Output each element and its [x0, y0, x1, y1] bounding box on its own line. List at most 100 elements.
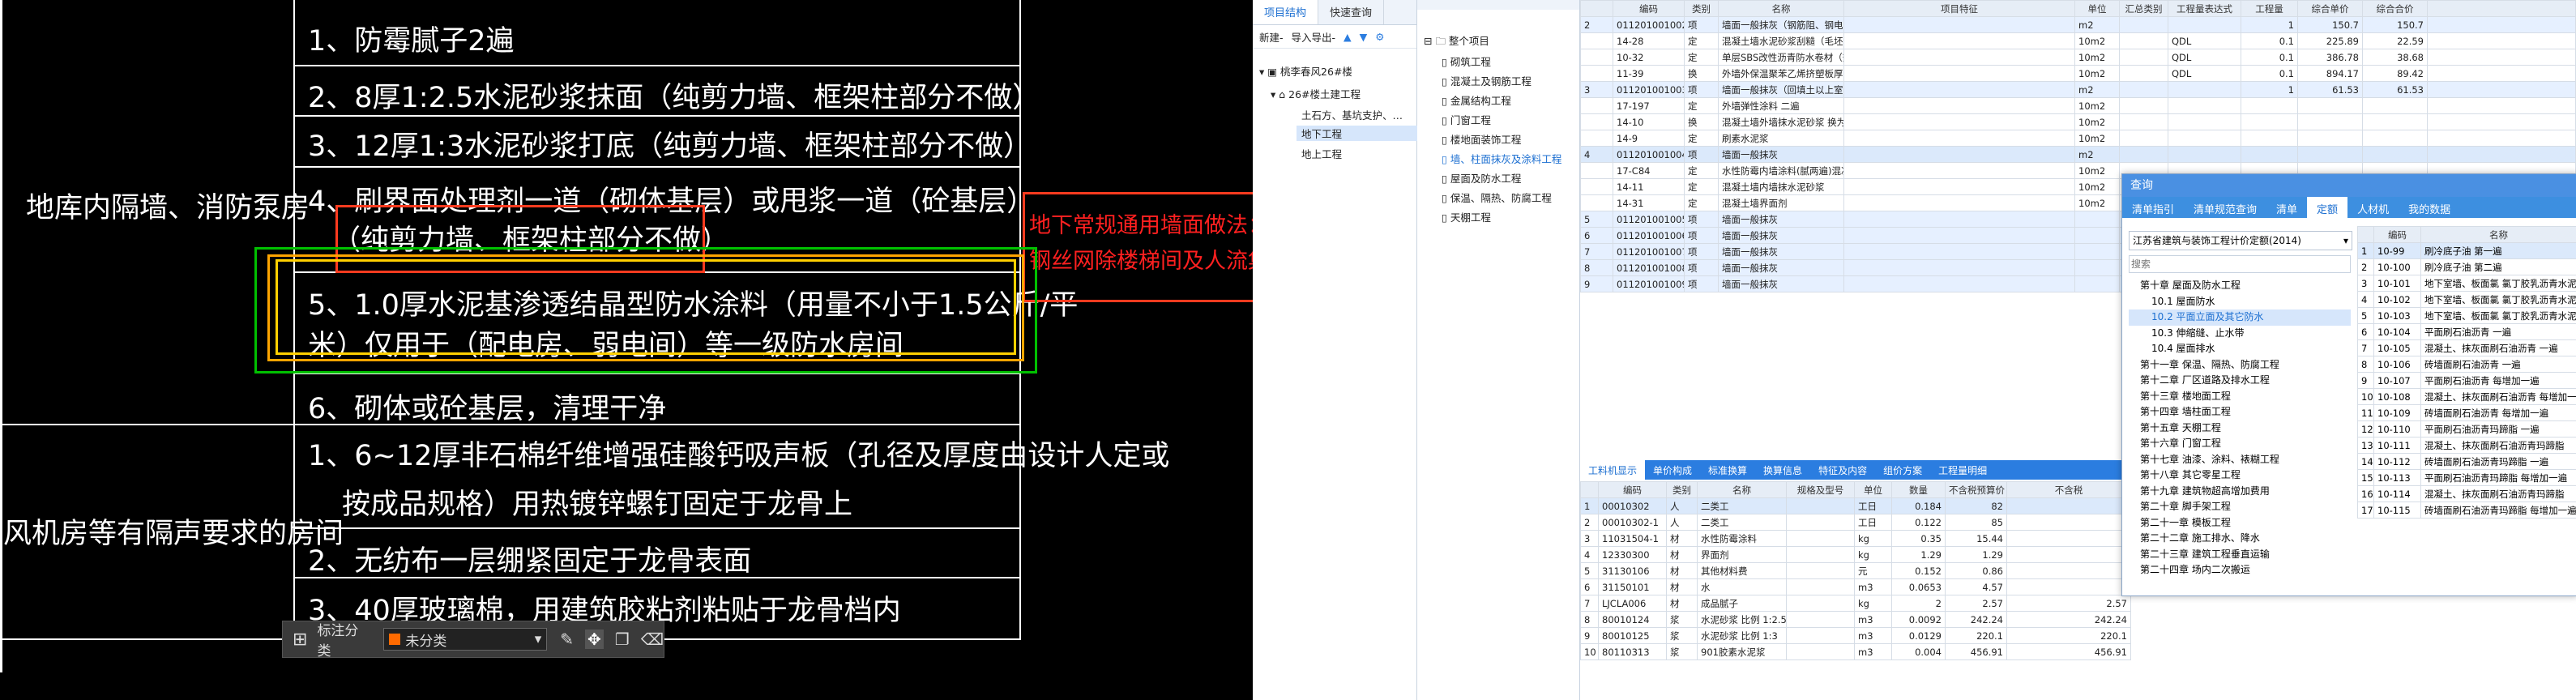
cell-p2[interactable] — [2006, 546, 2131, 563]
cell-spec[interactable] — [1786, 497, 1855, 514]
cell-name[interactable]: 混凝土、抹灰面刷石油沥青玛蹄脂 — [2420, 485, 2576, 502]
cell-code[interactable]: 31150101 — [1598, 578, 1667, 595]
cell-code[interactable]: 10-32 — [1613, 49, 1685, 66]
cell-qty[interactable]: 0.1 — [2241, 65, 2298, 82]
table-row[interactable]: 4 12330300 材界面剂 kg 1.29 1.29 — [1580, 546, 2131, 563]
cell-spec[interactable] — [1786, 530, 1855, 547]
cell-empty[interactable] — [1843, 130, 2075, 147]
section-root[interactable]: ⊟ 🗀 整个项目 — [1424, 32, 1489, 51]
cell-price[interactable]: 220.1 — [1945, 627, 2007, 644]
cell-no[interactable] — [1580, 32, 1613, 49]
cell-no[interactable]: 10 — [2357, 388, 2374, 405]
cell-spec[interactable] — [1786, 595, 1855, 612]
cell-code[interactable]: 011201001004 — [1613, 146, 1685, 163]
cell-type[interactable]: 材 — [1666, 546, 1698, 563]
cell-type[interactable]: 项 — [1684, 16, 1719, 33]
cell-unit[interactable]: 工日 — [1854, 497, 1892, 514]
cell-code[interactable]: 10-108 — [2373, 388, 2421, 405]
cell-type[interactable]: 项 — [1684, 275, 1719, 292]
cell-type[interactable]: 材 — [1666, 578, 1698, 595]
cell-code[interactable]: 12330300 — [1598, 546, 1667, 563]
cell-code[interactable]: 10-112 — [2373, 453, 2421, 470]
column-header[interactable]: 编码 — [2373, 226, 2421, 243]
cell-unit[interactable]: m3 — [1854, 611, 1892, 628]
dialog-tree-item[interactable]: 第二十一章 模板工程 — [2129, 515, 2351, 531]
cell-code[interactable]: 14-11 — [1613, 178, 1685, 195]
cell-qty[interactable]: 0.35 — [1891, 530, 1946, 547]
cell-type[interactable]: 换 — [1684, 65, 1719, 82]
table-row[interactable]: 16 10-114 混凝土、抹灰面刷石油沥青玛蹄脂 — [2357, 485, 2576, 502]
cell-price[interactable]: 894.17 — [2297, 65, 2363, 82]
cell-no[interactable]: 7 — [2357, 339, 2374, 356]
cell-name[interactable]: 刷素水泥浆 — [1718, 130, 1844, 147]
cell-expr[interactable] — [2168, 146, 2241, 163]
library-select[interactable]: 江苏省建筑与装饰工程计价定额(2014) ▾ — [2129, 231, 2352, 250]
cell-no[interactable]: 15 — [2357, 469, 2374, 486]
dialog-tab-2[interactable]: 清单 — [2266, 197, 2307, 218]
cell-unit[interactable]: 10m2 — [2074, 113, 2120, 130]
column-header[interactable]: 综合单价 — [2297, 0, 2363, 17]
category-select[interactable]: 未分类 ▾ — [383, 628, 548, 651]
cell-price[interactable]: 0.86 — [1945, 562, 2007, 579]
cell-unit[interactable] — [2074, 227, 2120, 244]
section-item[interactable]: ▯ 金属结构工程 — [1442, 92, 1511, 108]
table-row[interactable]: 1 00010302 人二类工 工日 0.184 82 — [1580, 497, 2131, 514]
dialog-tree-item[interactable]: 第二十二章 施工排水、降水 — [2129, 531, 2351, 547]
cell-name[interactable]: 混凝土、抹灰面刷石油沥青 一遍 — [2420, 339, 2576, 356]
cell-type[interactable]: 定 — [1684, 130, 1719, 147]
tree-building[interactable]: ▾ ⌂ 26#楼土建工程 — [1271, 86, 1361, 101]
cell-total[interactable]: 38.68 — [2362, 49, 2428, 66]
column-header[interactable]: 综合合价 — [2362, 0, 2428, 17]
table-row[interactable]: 6 31150101 材水 m3 0.0653 4.57 — [1580, 578, 2131, 595]
new-button[interactable]: 新建- — [1259, 29, 1284, 45]
cell-name[interactable]: 外墙弹性涂料 二遍 — [1718, 97, 1844, 114]
cell-empty[interactable] — [2119, 32, 2168, 49]
cell-expr[interactable]: QDL — [2168, 65, 2241, 82]
cell-name[interactable]: 水泥砂浆 比例 1:3 — [1697, 627, 1787, 644]
tab-material-3[interactable]: 换算信息 — [1755, 460, 1810, 480]
table-row[interactable]: 10-32定单层SBS改性沥青防水卷材（热熔满铺法）（4厚） 10m2 QDL0.1… — [1580, 49, 2576, 66]
cell-qty[interactable]: 1 — [2241, 81, 2298, 98]
table-row[interactable]: 14-9 定刷素水泥浆 10m2 — [1580, 130, 2576, 147]
cell-empty[interactable] — [1843, 211, 2075, 228]
tree-subitem-selected[interactable]: 地下工程 — [1297, 126, 1420, 141]
cell-no[interactable] — [1580, 97, 1613, 114]
cell-name[interactable]: 平面刷石油沥青玛蹄脂 一遍 — [2420, 420, 2576, 438]
cell-code[interactable]: 10-99 — [2373, 242, 2421, 259]
cell-name[interactable]: 混凝土墙内墙抹水泥砂浆 — [1718, 178, 1844, 195]
cell-code[interactable]: 00010302-1 — [1598, 514, 1667, 531]
table-row[interactable]: 510-103地下室墙、板面氯 氯丁胶乳沥青水泥砂浆 — [2357, 307, 2576, 324]
cell-no[interactable] — [1580, 130, 1613, 147]
cell-code[interactable]: 011201001006 — [1613, 227, 1685, 244]
cell-price[interactable]: 456.91 — [1945, 643, 2007, 660]
cell-code[interactable]: 14-28 — [1613, 32, 1685, 49]
cell-price[interactable]: 150.7 — [2297, 16, 2363, 33]
table-row[interactable]: 11-39换外墙外保温聚苯乙烯挤塑板厚度25mm 粘接面 实际厚度(mm):30… — [1580, 65, 2576, 82]
cell-empty[interactable] — [1843, 275, 2075, 292]
cell-type[interactable]: 人 — [1666, 497, 1698, 514]
column-header[interactable]: 工程量表达式 — [2168, 0, 2241, 17]
dialog-tree-item[interactable]: 10.1 屋面防水 — [2129, 294, 2351, 310]
cell-name[interactable]: 外墙外保温聚苯乙烯挤塑板厚度25mm 粘接面 实际厚度(mm):30 — [1718, 65, 1844, 82]
cell-unit[interactable]: kg — [1854, 530, 1892, 547]
section-item[interactable]: ▯ 屋面及防水工程 — [1442, 170, 1521, 186]
dialog-tree-item[interactable]: 10.4 屋面排水 — [2129, 341, 2351, 357]
cell-spec[interactable] — [1786, 611, 1855, 628]
arrow-down-icon[interactable]: ▼ — [1360, 31, 1368, 43]
copy-icon[interactable]: ❐ — [615, 630, 630, 649]
cell-type[interactable]: 定 — [1684, 97, 1719, 114]
table-row[interactable]: 2 10-100 刷冷底子油 第二遍 — [2357, 258, 2576, 275]
cell-empty[interactable] — [2119, 97, 2168, 114]
cell-empty[interactable] — [1843, 178, 2075, 195]
table-row[interactable]: 2011201001002项墙面一般抹灰（钢筋阻、钢电间与土楼板的外墙）m211… — [1580, 16, 2576, 33]
cell-code[interactable]: 011201001009 — [1613, 275, 1685, 292]
cell-unit[interactable]: m3 — [1854, 627, 1892, 644]
cell-empty[interactable] — [1843, 146, 2075, 163]
cell-unit[interactable]: 工日 — [1854, 514, 1892, 531]
cell-no[interactable] — [1580, 49, 1613, 66]
table-row[interactable]: 7 10-105 混凝土、抹灰面刷石油沥青 一遍 — [2357, 339, 2576, 356]
cell-empty[interactable] — [2119, 81, 2168, 98]
cell-qty[interactable]: 2 — [1891, 595, 1946, 612]
cell-unit[interactable]: 10m2 — [2074, 32, 2120, 49]
cell-type[interactable]: 项 — [1684, 146, 1719, 163]
